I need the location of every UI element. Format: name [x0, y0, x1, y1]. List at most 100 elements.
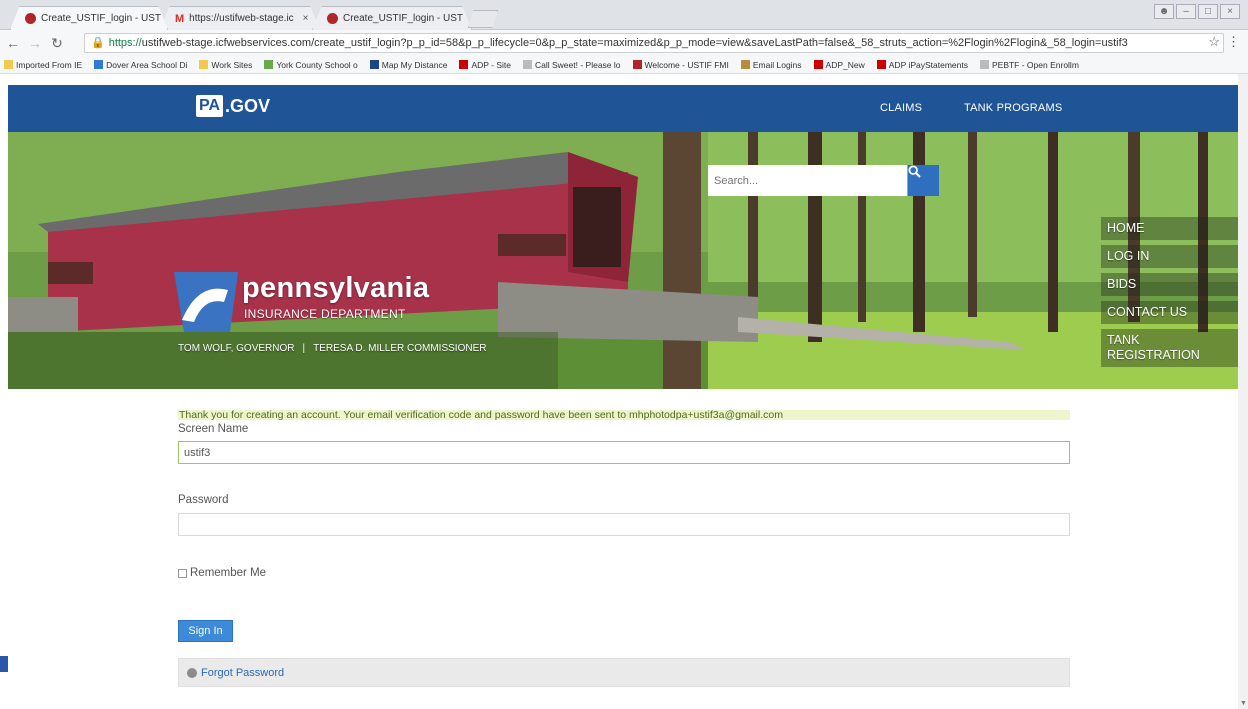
- lock-icon: 🔒: [91, 37, 105, 49]
- close-window-icon[interactable]: ×: [1220, 4, 1240, 19]
- bookmark-label: Call Sweet! - Please lo: [534, 59, 621, 70]
- search-input[interactable]: [708, 165, 907, 196]
- bookmark-item[interactable]: ADP iPayStatements: [876, 59, 968, 70]
- brand-department: INSURANCE DEPARTMENT: [244, 307, 406, 321]
- search-icon: [908, 165, 921, 178]
- bookmark-item[interactable]: Work Sites: [199, 60, 252, 70]
- side-menu-contact-us[interactable]: CONTACT US: [1101, 301, 1238, 324]
- forgot-password-link[interactable]: Forgot Password: [201, 667, 284, 679]
- top-navigation: PA .GOV CLAIMS TANK PROGRAMS: [8, 85, 1238, 132]
- commissioner-name: TERESA D. MILLER COMMISSIONER: [313, 343, 487, 354]
- bookmark-item[interactable]: Welcome - USTIF FMI: [632, 59, 729, 70]
- user-icon[interactable]: ☻: [1154, 4, 1174, 19]
- bookmark-label: Dover Area School Di: [106, 59, 188, 70]
- logo-gov: .GOV: [225, 95, 271, 116]
- bookmark-label: Imported From IE: [16, 59, 83, 70]
- nav-claims[interactable]: CLAIMS: [880, 102, 922, 114]
- scroll-down-icon[interactable]: ▼: [1240, 700, 1247, 707]
- forgot-password-icon: [187, 667, 197, 678]
- bookmark-favicon-icon: [522, 60, 532, 69]
- page-scrollbar[interactable]: ▼: [1238, 74, 1248, 709]
- search-button[interactable]: [908, 165, 939, 196]
- forward-arrow-icon[interactable]: →: [26, 35, 44, 51]
- separator: |: [302, 343, 306, 354]
- bookmark-item[interactable]: Call Sweet! - Please lo: [522, 59, 621, 70]
- screen-name-input[interactable]: [178, 441, 1070, 464]
- new-tab-button[interactable]: [468, 10, 498, 28]
- side-menu: HOME LOG IN BIDS CONTACT US TANK REGISTR…: [1101, 217, 1238, 372]
- bookmark-item[interactable]: Map My Distance: [369, 59, 448, 70]
- tab-title: Create_USTIF_login - UST: [343, 13, 464, 24]
- bookmark-label: PEBTF - Open Enrollm: [991, 59, 1079, 70]
- bookmark-favicon-icon: [740, 60, 750, 69]
- bookmark-item[interactable]: ADP_New: [813, 59, 865, 70]
- menu-kebab-icon[interactable]: ⋮: [1227, 34, 1240, 50]
- bookmark-label: Email Logins: [752, 59, 802, 70]
- bookmark-label: Work Sites: [211, 59, 253, 70]
- pa-favicon-icon: [327, 13, 338, 24]
- bookmark-item[interactable]: York County School o: [264, 59, 358, 70]
- reload-icon[interactable]: ↻: [48, 35, 66, 52]
- bookmark-favicon-icon: [979, 60, 989, 69]
- side-menu-bids[interactable]: BIDS: [1101, 273, 1238, 296]
- bookmarks-bar: Imported From IE Dover Area School Di Work…: [0, 56, 1248, 74]
- bookmark-favicon-icon: [876, 60, 886, 69]
- minimize-icon[interactable]: –: [1176, 4, 1196, 19]
- bookmark-favicon-icon: [632, 60, 642, 69]
- bookmark-star-icon[interactable]: ☆: [1208, 34, 1220, 50]
- bookmark-label: York County School o: [276, 59, 358, 70]
- bookmark-item[interactable]: ADP - Site: [459, 60, 511, 70]
- browser-tab-3[interactable]: Create_USTIF_login - UST ×: [312, 6, 472, 30]
- logo-pa: PA: [196, 95, 224, 117]
- remember-me-label: Remember Me: [190, 567, 267, 579]
- maximize-icon[interactable]: □: [1198, 4, 1218, 19]
- tab-title: https://ustifweb-stage.ic: [189, 13, 294, 24]
- bookmark-favicon-icon: [4, 60, 13, 69]
- nav-tank-programs[interactable]: TANK PROGRAMS: [964, 102, 1062, 114]
- address-bar[interactable]: 🔒 https://ustifweb-stage.icfwebservices.c…: [84, 33, 1224, 53]
- bookmark-label: ADP_New: [825, 59, 865, 70]
- bookmark-favicon-icon: [369, 60, 379, 69]
- forgot-password-bar: Forgot Password: [178, 658, 1070, 687]
- remember-me-checkbox[interactable]: [178, 568, 187, 578]
- bookmark-favicon-icon: [94, 60, 104, 69]
- close-tab-icon[interactable]: ×: [303, 13, 309, 24]
- bookmark-favicon-icon: [199, 60, 209, 69]
- bookmark-label: ADP - Site: [471, 59, 511, 70]
- bookmark-label: ADP iPayStatements: [888, 59, 968, 70]
- bookmark-item[interactable]: PEBTF - Open Enrollm: [979, 59, 1079, 70]
- bookmark-item[interactable]: Email Logins: [740, 59, 802, 70]
- side-menu-tank-registration[interactable]: TANK REGISTRATION: [1101, 329, 1238, 367]
- pa-favicon-icon: [25, 13, 36, 24]
- window-controls: ☻ – □ ×: [1154, 4, 1240, 19]
- side-menu-log-in[interactable]: LOG IN: [1101, 245, 1238, 268]
- side-menu-home[interactable]: HOME: [1101, 217, 1238, 240]
- url-text: ustifweb-stage.icfwebservices.com/create…: [141, 37, 1128, 49]
- bookmark-item[interactable]: Imported From IE: [4, 60, 82, 70]
- hero-banner: HOME LOG IN BIDS CONTACT US TANK REGISTR…: [8, 132, 1238, 389]
- password-input[interactable]: [178, 513, 1070, 536]
- back-arrow-icon[interactable]: ←: [4, 35, 22, 51]
- bookmark-favicon-icon: [459, 60, 469, 69]
- password-label: Password: [178, 494, 229, 506]
- brand-name: pennsylvania: [242, 272, 430, 304]
- tab-title: Create_USTIF_login - UST: [41, 13, 162, 24]
- bookmark-item[interactable]: Dover Area School Di: [94, 60, 187, 70]
- bookmark-label: Map My Distance: [381, 59, 448, 70]
- sign-in-button[interactable]: Sign In: [178, 620, 233, 642]
- bookmark-favicon-icon: [264, 60, 274, 69]
- left-edge-marker: [0, 656, 8, 672]
- governor-name: TOM WOLF, GOVERNOR: [178, 343, 295, 354]
- bookmark-label: Welcome - USTIF FMI: [644, 59, 729, 70]
- success-notice: Thank you for creating an account. Your …: [178, 410, 1070, 420]
- browser-tab-2[interactable]: M https://ustifweb-stage.ic ×: [160, 6, 320, 30]
- url-scheme: https://: [108, 37, 142, 49]
- remember-me[interactable]: Remember Me: [178, 567, 266, 579]
- bookmark-favicon-icon: [813, 60, 823, 69]
- screen-name-label: Screen Name: [178, 423, 249, 435]
- browser-tab-1[interactable]: Create_USTIF_login - UST ×: [10, 6, 168, 30]
- omnibox-bar: ← → ↻ 🔒 https://ustifweb-stage.icfwebserv…: [0, 30, 1248, 56]
- pa-gov-logo[interactable]: PA .GOV: [196, 95, 270, 117]
- browser-tab-strip: Create_USTIF_login - UST × M https://ust…: [0, 0, 1248, 30]
- gmail-icon: M: [175, 12, 185, 25]
